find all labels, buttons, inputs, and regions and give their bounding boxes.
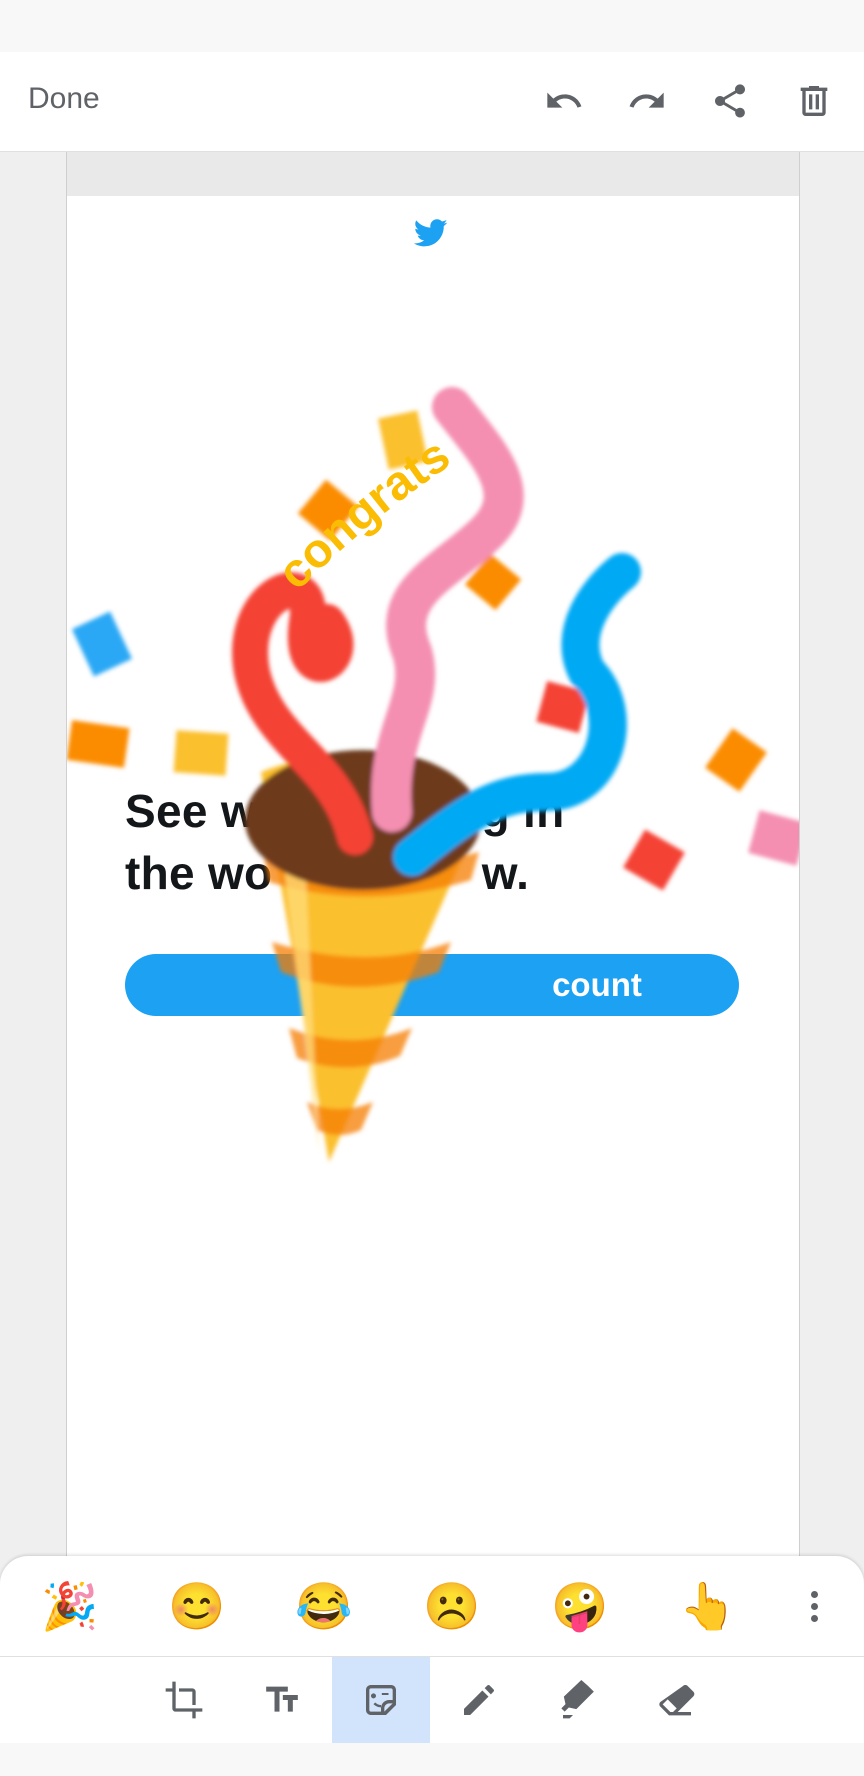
confetti-piece [623,829,685,891]
blue-streamer [393,553,641,876]
status-bar [0,0,864,52]
zany-face-sticker-option[interactable]: 🤪 [550,1576,610,1636]
confetti-piece [71,611,133,677]
confetti-piece [173,730,229,776]
crop-icon[interactable] [135,1657,233,1743]
delete-icon[interactable] [790,77,838,125]
pointing-up-sticker-option[interactable]: 👆 [678,1576,738,1636]
share-icon[interactable] [706,77,754,125]
pen-icon[interactable] [430,1657,528,1743]
confetti-piece [705,728,767,792]
editor-toolbar: Done [0,52,864,152]
redo-icon[interactable] [623,77,671,125]
tears-of-joy-sticker-option[interactable]: 😂 [294,1576,354,1636]
more-vert-icon[interactable] [796,1580,832,1632]
screenshot-preview[interactable]: See w ing in the wo w. count [66,152,800,1556]
sticker-tray: 🎉 😊 😂 ☹️ 🤪 👆 [0,1556,864,1656]
smiling-face-sticker-option[interactable]: 😊 [167,1576,227,1636]
done-button[interactable]: Done [28,82,100,116]
party-popper-sticker[interactable]: congrats [67,152,799,1556]
party-popper-sticker-option[interactable]: 🎉 [40,1576,100,1636]
sticker-icon[interactable] [332,1657,430,1743]
highlighter-icon[interactable] [529,1657,627,1743]
eraser-icon[interactable] [627,1657,725,1743]
confetti-piece [748,810,799,866]
canvas-area: See w ing in the wo w. count [0,152,864,1556]
nav-bar-strip [0,1743,864,1776]
undo-icon[interactable] [540,77,588,125]
confetti-piece [67,720,130,768]
text-icon[interactable] [233,1657,331,1743]
frowning-face-sticker-option[interactable]: ☹️ [422,1576,482,1636]
edit-tools-bar [0,1656,864,1744]
